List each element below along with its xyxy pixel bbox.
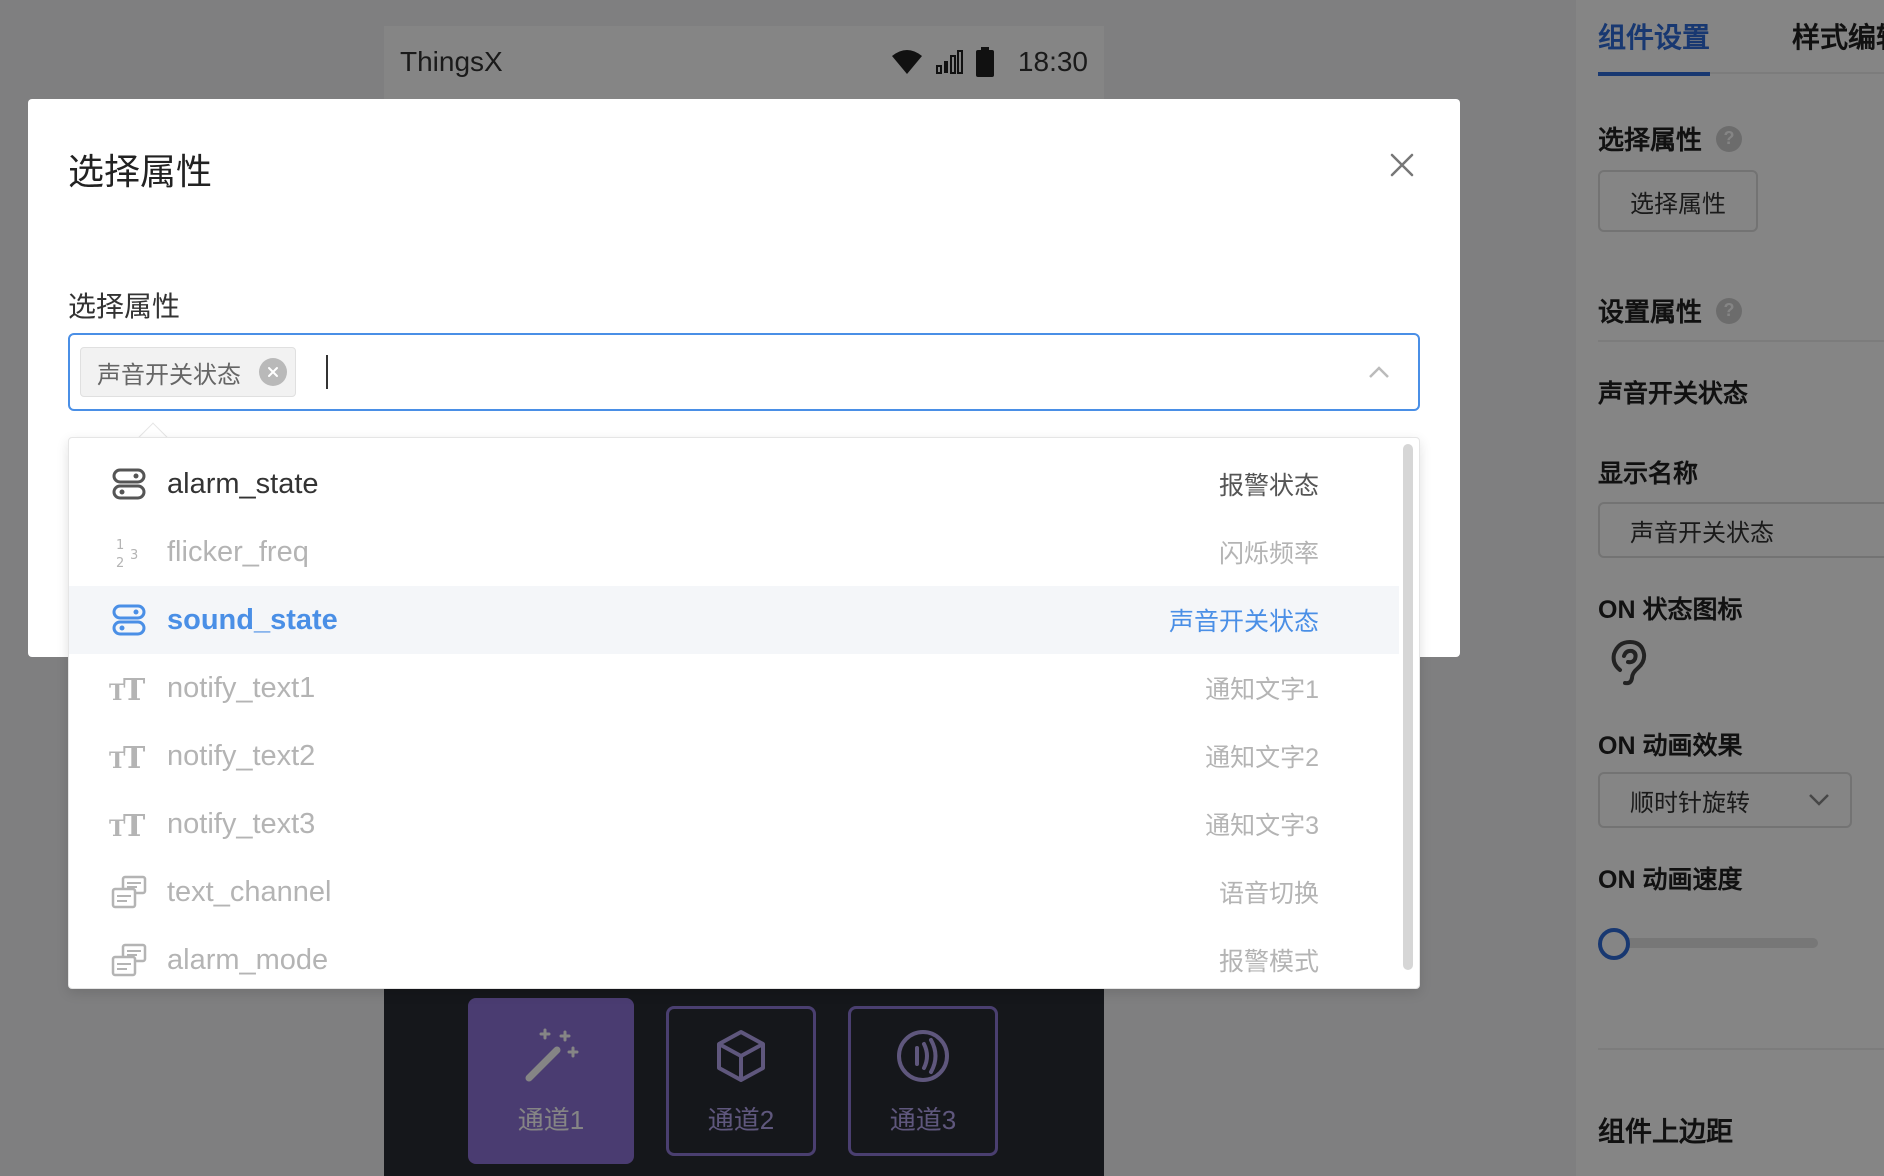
option-text-channel[interactable]: text_channel 语音切换	[69, 858, 1399, 926]
option-alarm-mode[interactable]: alarm_mode 报警模式	[69, 926, 1399, 988]
attribute-select-input[interactable]: 声音开关状态	[68, 333, 1420, 411]
option-notify-text1[interactable]: T T notify_text1 通知文字1	[69, 654, 1399, 722]
dialog-title: 选择属性	[68, 151, 213, 192]
option-label: 报警状态	[1218, 472, 1319, 500]
selected-tag: 声音开关状态	[80, 347, 296, 397]
svg-text:3: 3	[130, 548, 138, 563]
svg-text:1: 1	[116, 538, 124, 553]
enum-icon	[109, 872, 149, 912]
enum-icon	[109, 940, 149, 980]
number-icon: 132	[109, 532, 149, 572]
tag-remove-icon[interactable]	[259, 358, 287, 386]
attribute-option-list: alarm_state 报警状态 1 3 2 flicker_freq 闪烁频率 sound_…	[69, 450, 1399, 988]
option-name: alarm_mode	[167, 943, 329, 976]
option-name: flicker_freq	[167, 535, 309, 568]
option-name: notify_text3	[167, 807, 316, 840]
text-icon: TT	[109, 668, 149, 708]
option-name: notify_text2	[167, 739, 316, 772]
svg-text:2: 2	[116, 556, 124, 569]
option-label: 通知文字2	[1205, 744, 1319, 772]
toggle-icon	[109, 600, 149, 640]
toggle-icon	[109, 464, 149, 504]
option-flicker-freq[interactable]: 1 3 2 flicker_freq 闪烁频率	[69, 518, 1399, 586]
scrollbar[interactable]	[1403, 444, 1413, 970]
option-notify-text3[interactable]: T T notify_text3 通知文字3	[69, 790, 1399, 858]
option-name: notify_text1	[167, 671, 316, 704]
field-label: 选择属性	[68, 291, 181, 322]
option-label: 通知文字1	[1205, 676, 1319, 704]
option-label: 闪烁频率	[1218, 540, 1319, 568]
text-caret	[326, 355, 328, 389]
attribute-dropdown: alarm_state 报警状态 1 3 2 flicker_freq 闪烁频率 sound_…	[68, 437, 1420, 989]
option-sound-state[interactable]: sound_state 声音开关状态	[69, 586, 1399, 654]
chevron-up-icon[interactable]	[1368, 365, 1390, 379]
option-label: 语音切换	[1218, 880, 1319, 908]
selected-tag-label: 声音开关状态	[97, 361, 241, 389]
svg-text:T: T	[123, 673, 146, 704]
text-icon: TT	[109, 804, 149, 844]
option-alarm-state[interactable]: alarm_state 报警状态	[69, 450, 1399, 518]
option-name: text_channel	[167, 875, 332, 908]
text-icon: TT	[109, 736, 149, 776]
svg-text:T: T	[123, 741, 146, 772]
option-notify-text2[interactable]: T T notify_text2 通知文字2	[69, 722, 1399, 790]
svg-text:T: T	[123, 809, 146, 840]
option-label: 报警模式	[1218, 948, 1319, 976]
option-name: alarm_state	[167, 467, 319, 500]
option-label: 通知文字3	[1205, 812, 1319, 840]
option-label: 声音开关状态	[1168, 608, 1319, 636]
close-icon[interactable]	[1388, 151, 1416, 179]
option-name: sound_state	[167, 603, 338, 636]
